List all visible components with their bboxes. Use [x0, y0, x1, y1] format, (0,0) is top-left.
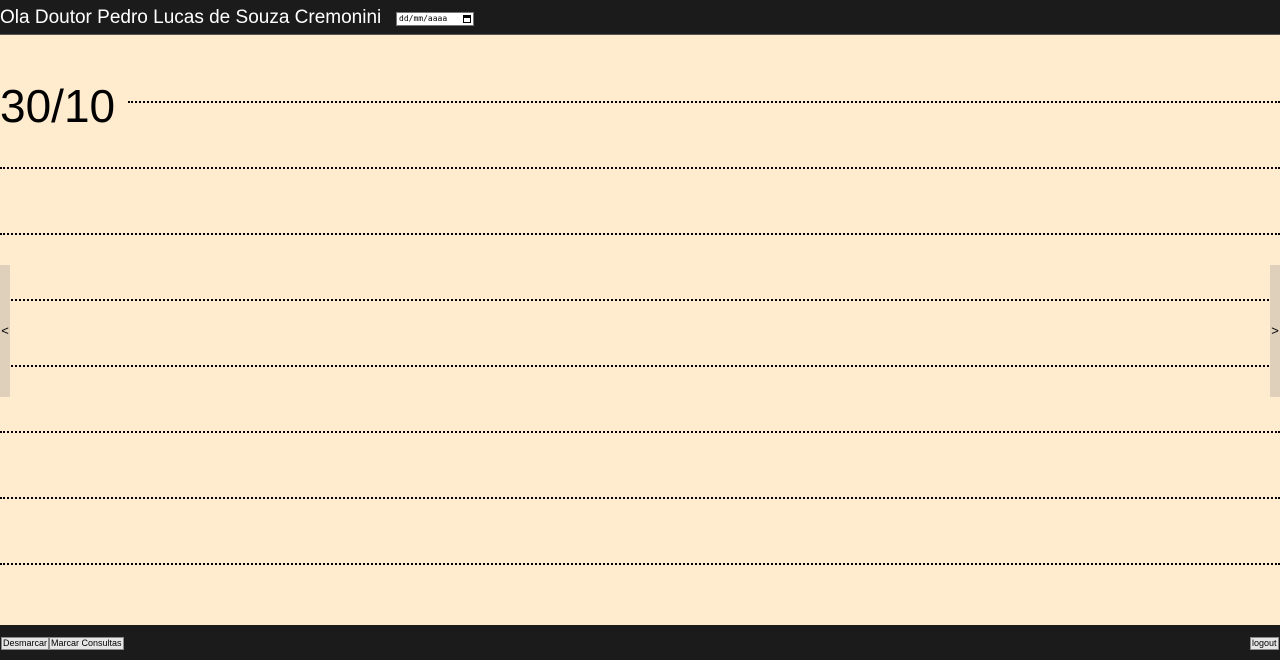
calendar-icon[interactable]	[463, 15, 471, 23]
time-slot-line	[128, 101, 1280, 103]
logout-button[interactable]: logout	[1250, 637, 1279, 650]
time-slot-line	[0, 563, 1280, 565]
time-slot-line	[0, 233, 1280, 235]
bottom-bar: Desmarcar Marcar Consultas logout	[0, 625, 1280, 660]
time-slot-line	[0, 431, 1280, 433]
time-slot-line	[0, 167, 1280, 169]
date-placeholder: dd/mm/aaaa	[399, 14, 448, 23]
top-bar: Ola Doutor Pedro Lucas de Souza Cremonin…	[0, 0, 1280, 35]
previous-day-button[interactable]: <	[0, 265, 10, 397]
next-day-button[interactable]: >	[1270, 265, 1280, 397]
time-slot-line	[0, 365, 1280, 367]
desmarcar-button[interactable]: Desmarcar	[1, 637, 50, 650]
time-slot-line	[0, 299, 1280, 301]
day-label: 30/10	[0, 80, 116, 132]
greeting-text: Ola Doutor Pedro Lucas de Souza Cremonin…	[0, 7, 382, 28]
date-picker-input[interactable]: dd/mm/aaaa	[396, 12, 474, 26]
marcar-consultas-button[interactable]: Marcar Consultas	[49, 637, 124, 650]
time-slot-line	[0, 497, 1280, 499]
